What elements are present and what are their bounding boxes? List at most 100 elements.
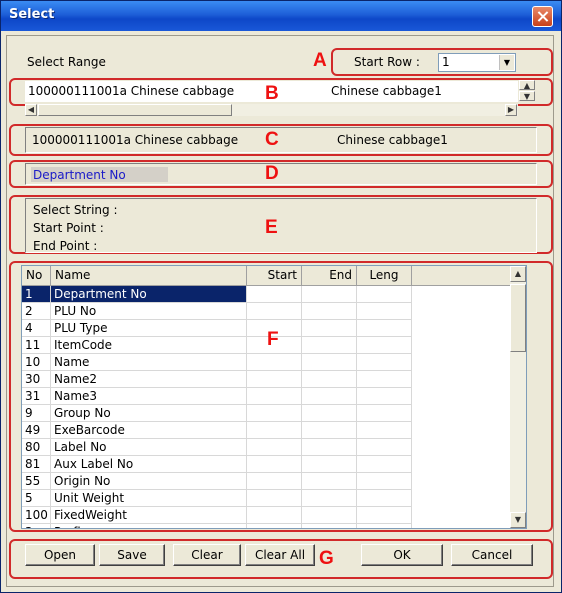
cell-start bbox=[247, 388, 302, 405]
cell-no: 3 bbox=[22, 524, 51, 528]
close-icon[interactable] bbox=[532, 6, 553, 27]
cell-name: ItemCode bbox=[51, 337, 247, 354]
table-row[interactable]: 11 ItemCode bbox=[22, 337, 412, 354]
cell-start bbox=[247, 405, 302, 422]
cell-end bbox=[302, 473, 357, 490]
start-row-value: 1 bbox=[442, 55, 450, 69]
cell-name: PLU No bbox=[51, 303, 247, 320]
select-string-label: Select String : bbox=[33, 203, 118, 217]
annotation-c: C bbox=[265, 129, 279, 150]
cell-name: Origin No bbox=[51, 473, 247, 490]
cell-end bbox=[302, 354, 357, 371]
start-point-label: Start Point : bbox=[33, 221, 104, 235]
table-row[interactable]: 1 Department No bbox=[22, 286, 412, 303]
cell-end bbox=[302, 422, 357, 439]
cell-leng bbox=[357, 320, 412, 337]
cell-leng bbox=[357, 456, 412, 473]
cell-no: 31 bbox=[22, 388, 51, 405]
start-row-label: Start Row : bbox=[354, 55, 420, 69]
annotation-e: E bbox=[265, 217, 278, 238]
start-row-combo[interactable]: 1 ▼ bbox=[438, 53, 516, 72]
cell-no: 81 bbox=[22, 456, 51, 473]
cell-name: Name bbox=[51, 354, 247, 371]
annotation-b: B bbox=[265, 83, 279, 104]
cancel-button[interactable]: Cancel bbox=[451, 544, 533, 566]
field-table[interactable]: No Name Start End Leng 1 Department No 2 PL… bbox=[21, 265, 527, 529]
column-header-leng[interactable]: Leng bbox=[357, 266, 412, 286]
select-range-label: Select Range bbox=[27, 55, 106, 69]
cell-name: Label No bbox=[51, 439, 247, 456]
annotation-f: F bbox=[267, 329, 279, 350]
column-header-name[interactable]: Name bbox=[51, 266, 247, 286]
column-header-start[interactable]: Start bbox=[247, 266, 302, 286]
cell-start bbox=[247, 303, 302, 320]
title-bar[interactable]: Select bbox=[1, 1, 561, 31]
scroll-up-icon[interactable]: ▲ bbox=[510, 266, 526, 282]
table-row[interactable]: 9 Group No bbox=[22, 405, 412, 422]
scroll-down-icon[interactable]: ▼ bbox=[510, 512, 526, 528]
table-row[interactable]: 100 FixedWeight bbox=[22, 507, 412, 524]
cell-leng bbox=[357, 439, 412, 456]
cell-end bbox=[302, 490, 357, 507]
cell-name: Prefix bbox=[51, 524, 247, 528]
cell-no: 49 bbox=[22, 422, 51, 439]
cell-no: 9 bbox=[22, 405, 51, 422]
ok-button[interactable]: OK bbox=[361, 544, 443, 566]
table-row[interactable]: 4 PLU Type bbox=[22, 320, 412, 337]
cell-start bbox=[247, 371, 302, 388]
cell-name: Name3 bbox=[51, 388, 247, 405]
table-row[interactable]: 5 Unit Weight bbox=[22, 490, 412, 507]
cell-leng bbox=[357, 405, 412, 422]
table-row[interactable]: 49 ExeBarcode bbox=[22, 422, 412, 439]
text-area-col1: 100000111001a Chinese cabbage bbox=[28, 84, 235, 98]
scroll-left-icon[interactable]: ◀ bbox=[25, 104, 37, 116]
table-row[interactable]: 10 Name bbox=[22, 354, 412, 371]
cell-no: 4 bbox=[22, 320, 51, 337]
table-row[interactable]: 55 Origin No bbox=[22, 473, 412, 490]
cell-leng bbox=[357, 286, 412, 303]
scroll-down-icon[interactable]: ▼ bbox=[519, 91, 535, 101]
cell-name: Aux Label No bbox=[51, 456, 247, 473]
table-row[interactable]: 81 Aux Label No bbox=[22, 456, 412, 473]
table-row[interactable]: 30 Name2 bbox=[22, 371, 412, 388]
table-row[interactable]: 3Prefix bbox=[22, 524, 412, 528]
table-row[interactable]: 2 PLU No bbox=[22, 303, 412, 320]
scroll-up-icon[interactable]: ▲ bbox=[519, 80, 535, 90]
save-button[interactable]: Save bbox=[99, 544, 165, 566]
scroll-right-icon[interactable]: ▶ bbox=[505, 104, 517, 116]
cell-end bbox=[302, 371, 357, 388]
scroll-thumb[interactable] bbox=[510, 284, 526, 352]
table-row[interactable]: 80 Label No bbox=[22, 439, 412, 456]
open-button[interactable]: Open bbox=[25, 544, 95, 566]
window-title: Select bbox=[9, 7, 55, 22]
cell-name: PLU Type bbox=[51, 320, 247, 337]
cell-end bbox=[302, 507, 357, 524]
table-row[interactable]: 31 Name3 bbox=[22, 388, 412, 405]
clear-all-button[interactable]: Clear All bbox=[245, 544, 315, 566]
column-header-no[interactable]: No bbox=[22, 266, 51, 286]
column-header-end[interactable]: End bbox=[302, 266, 357, 286]
scroll-thumb[interactable] bbox=[38, 104, 232, 116]
cell-end bbox=[302, 524, 357, 528]
selected-field-name: Department No bbox=[33, 168, 126, 182]
cell-no: 11 bbox=[22, 337, 51, 354]
horizontal-scrollbar[interactable]: ◀ ▶ bbox=[25, 104, 518, 116]
vertical-scrollbar[interactable]: ▲ ▼ bbox=[510, 266, 526, 528]
cell-name: Name2 bbox=[51, 371, 247, 388]
clear-button[interactable]: Clear bbox=[173, 544, 241, 566]
cell-no: 5 bbox=[22, 490, 51, 507]
cell-no: 100 bbox=[22, 507, 51, 524]
cell-end bbox=[302, 286, 357, 303]
cell-no: 2 bbox=[22, 303, 51, 320]
chevron-down-icon[interactable]: ▼ bbox=[499, 55, 514, 70]
cell-leng bbox=[357, 354, 412, 371]
cell-leng bbox=[357, 524, 412, 528]
cell-name: Department No bbox=[51, 286, 247, 303]
annotation-g: G bbox=[319, 548, 334, 569]
annotation-a: A bbox=[313, 50, 327, 71]
cell-name: ExeBarcode bbox=[51, 422, 247, 439]
cell-leng bbox=[357, 473, 412, 490]
cell-end bbox=[302, 439, 357, 456]
cell-leng bbox=[357, 371, 412, 388]
cell-no: 55 bbox=[22, 473, 51, 490]
